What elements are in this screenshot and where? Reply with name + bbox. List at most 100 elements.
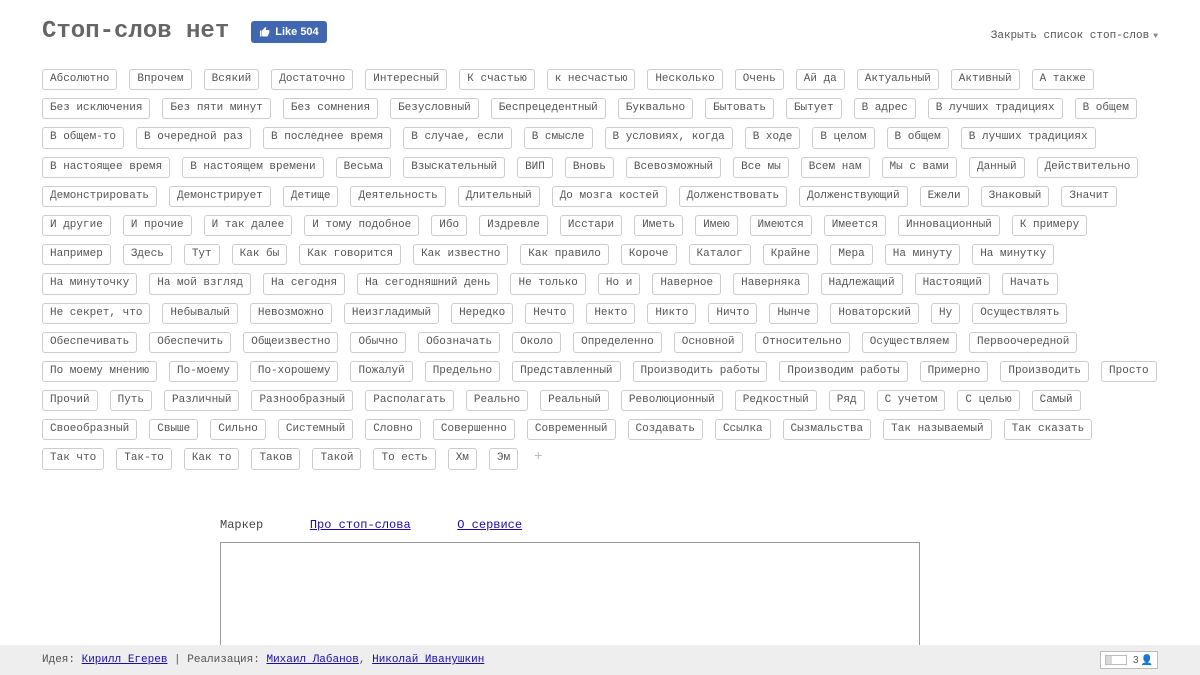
- stopword-tag[interactable]: И так далее: [204, 215, 293, 236]
- stopword-tag[interactable]: Современный: [527, 419, 616, 440]
- stopword-tag[interactable]: Так что: [42, 448, 104, 469]
- stopword-tag[interactable]: В целом: [812, 127, 874, 148]
- stopword-tag[interactable]: Первоочередной: [969, 332, 1077, 353]
- stopword-tag[interactable]: Некто: [586, 303, 635, 324]
- stopword-tag[interactable]: Осуществляем: [862, 332, 957, 353]
- stopword-tag[interactable]: Актуальный: [857, 69, 939, 90]
- stopword-tag[interactable]: Как известно: [413, 244, 508, 265]
- stopword-tag[interactable]: Но и: [598, 273, 640, 294]
- stopword-tag[interactable]: Прочий: [42, 390, 98, 411]
- stopword-tag[interactable]: На минуточку: [42, 273, 137, 294]
- stopword-tag[interactable]: к несчастью: [547, 69, 636, 90]
- stopword-tag[interactable]: И тому подобное: [304, 215, 419, 236]
- visitor-counter[interactable]: 3 👤: [1100, 651, 1158, 669]
- stopword-tag[interactable]: Осуществлять: [972, 303, 1067, 324]
- stopword-tag[interactable]: Небывалый: [162, 303, 237, 324]
- stopword-tag[interactable]: В адрес: [854, 98, 916, 119]
- stopword-tag[interactable]: Имею: [695, 215, 737, 236]
- stopword-tag[interactable]: Здесь: [123, 244, 172, 265]
- impl-author-1-link[interactable]: Михаил Лабанов: [266, 654, 358, 666]
- stopword-tag[interactable]: Всевозможный: [626, 157, 721, 178]
- stopword-tag[interactable]: Бытует: [786, 98, 842, 119]
- stopword-tag[interactable]: Обычно: [350, 332, 406, 353]
- stopword-tag[interactable]: Ай да: [796, 69, 845, 90]
- stopword-tag[interactable]: Производить: [1000, 361, 1089, 382]
- stopword-tag[interactable]: Никто: [647, 303, 696, 324]
- stopword-tag[interactable]: Нечто: [525, 303, 574, 324]
- stopword-tag[interactable]: Ряд: [829, 390, 865, 411]
- stopword-tag[interactable]: Как бы: [232, 244, 288, 265]
- stopword-tag[interactable]: В общем: [887, 127, 949, 148]
- stopword-tag[interactable]: Активный: [951, 69, 1020, 90]
- stopword-tag[interactable]: В общем-то: [42, 127, 124, 148]
- stopword-tag[interactable]: Без пяти минут: [162, 98, 270, 119]
- stopword-tag[interactable]: Словно: [365, 419, 421, 440]
- stopword-tag[interactable]: Около: [512, 332, 561, 353]
- stopword-tag[interactable]: Неизгладимый: [344, 303, 439, 324]
- tab-about-stopwords[interactable]: Про стоп-слова: [310, 518, 411, 532]
- toggle-stopwords-list[interactable]: Закрыть список стоп-слов ▼: [991, 30, 1158, 42]
- stopword-tag[interactable]: Таков: [251, 448, 300, 469]
- stopword-tag[interactable]: Достаточно: [271, 69, 353, 90]
- stopword-tag[interactable]: Основной: [674, 332, 743, 353]
- stopword-tag[interactable]: Буквально: [618, 98, 693, 119]
- stopword-tag[interactable]: На сегодня: [263, 273, 345, 294]
- stopword-tag[interactable]: Действительно: [1037, 157, 1139, 178]
- stopword-tag[interactable]: Обеспечить: [149, 332, 231, 353]
- stopword-tag[interactable]: Абсолютно: [42, 69, 117, 90]
- stopword-tag[interactable]: Долженствовать: [679, 186, 787, 207]
- stopword-tag[interactable]: Нередко: [451, 303, 513, 324]
- stopword-tag[interactable]: В лучших традициях: [928, 98, 1063, 119]
- stopword-tag[interactable]: Такой: [312, 448, 361, 469]
- stopword-tag[interactable]: Ежели: [920, 186, 969, 207]
- stopword-tag[interactable]: Так сказать: [1004, 419, 1093, 440]
- stopword-tag[interactable]: Просто: [1101, 361, 1157, 382]
- stopword-tag[interactable]: Нынче: [769, 303, 818, 324]
- stopword-tag[interactable]: Эм: [489, 448, 518, 469]
- stopword-tag[interactable]: К примеру: [1012, 215, 1087, 236]
- stopword-tag[interactable]: Тут: [184, 244, 220, 265]
- stopword-tag[interactable]: Без исключения: [42, 98, 150, 119]
- stopword-tag[interactable]: Представленный: [512, 361, 620, 382]
- stopword-tag[interactable]: Ибо: [431, 215, 467, 236]
- stopword-tag[interactable]: Имеется: [824, 215, 886, 236]
- impl-author-2-link[interactable]: Николай Иванушкин: [372, 654, 484, 666]
- stopword-tag[interactable]: Реальный: [540, 390, 609, 411]
- stopword-tag[interactable]: Как говорится: [299, 244, 401, 265]
- stopword-tag[interactable]: Различный: [164, 390, 239, 411]
- stopword-tag[interactable]: Интересный: [365, 69, 447, 90]
- stopword-tag[interactable]: На минуту: [885, 244, 960, 265]
- stopword-tag[interactable]: Общеизвестно: [243, 332, 338, 353]
- stopword-tag[interactable]: Революционный: [621, 390, 723, 411]
- stopword-tag[interactable]: Пожалуй: [350, 361, 412, 382]
- stopword-tag[interactable]: К счастью: [459, 69, 534, 90]
- stopword-tag[interactable]: Безусловный: [390, 98, 479, 119]
- stopword-tag[interactable]: Создавать: [628, 419, 703, 440]
- idea-author-link[interactable]: Кирилл Егерев: [82, 654, 168, 666]
- stopword-tag[interactable]: Невозможно: [250, 303, 332, 324]
- stopword-tag[interactable]: Ничто: [708, 303, 757, 324]
- stopword-tag[interactable]: Издревле: [479, 215, 548, 236]
- stopword-tag[interactable]: Ссылка: [715, 419, 771, 440]
- stopword-tag[interactable]: И другие: [42, 215, 111, 236]
- stopword-tag[interactable]: Как то: [184, 448, 240, 469]
- stopword-tag[interactable]: Реально: [466, 390, 528, 411]
- stopword-tag[interactable]: Демонстрировать: [42, 186, 157, 207]
- stopword-tag[interactable]: В общем: [1075, 98, 1137, 119]
- stopword-tag[interactable]: По моему мнению: [42, 361, 157, 382]
- stopword-tag[interactable]: И прочие: [123, 215, 192, 236]
- tab-marker[interactable]: Маркер: [220, 518, 263, 532]
- stopword-tag[interactable]: Бытовать: [705, 98, 774, 119]
- stopword-tag[interactable]: С целью: [957, 390, 1019, 411]
- facebook-like-button[interactable]: Like 504: [251, 21, 326, 43]
- stopword-tag[interactable]: В настоящее время: [42, 157, 170, 178]
- stopword-tag[interactable]: Производить работы: [633, 361, 768, 382]
- stopword-tag[interactable]: Значит: [1061, 186, 1117, 207]
- stopword-tag[interactable]: Каталог: [689, 244, 751, 265]
- stopword-tag[interactable]: Настоящий: [915, 273, 990, 294]
- stopword-tag[interactable]: Беспрецедентный: [491, 98, 606, 119]
- stopword-tag[interactable]: Новаторский: [830, 303, 919, 324]
- stopword-tag[interactable]: Наверняка: [733, 273, 808, 294]
- stopword-tag[interactable]: Очень: [735, 69, 784, 90]
- stopword-tag[interactable]: На минутку: [972, 244, 1054, 265]
